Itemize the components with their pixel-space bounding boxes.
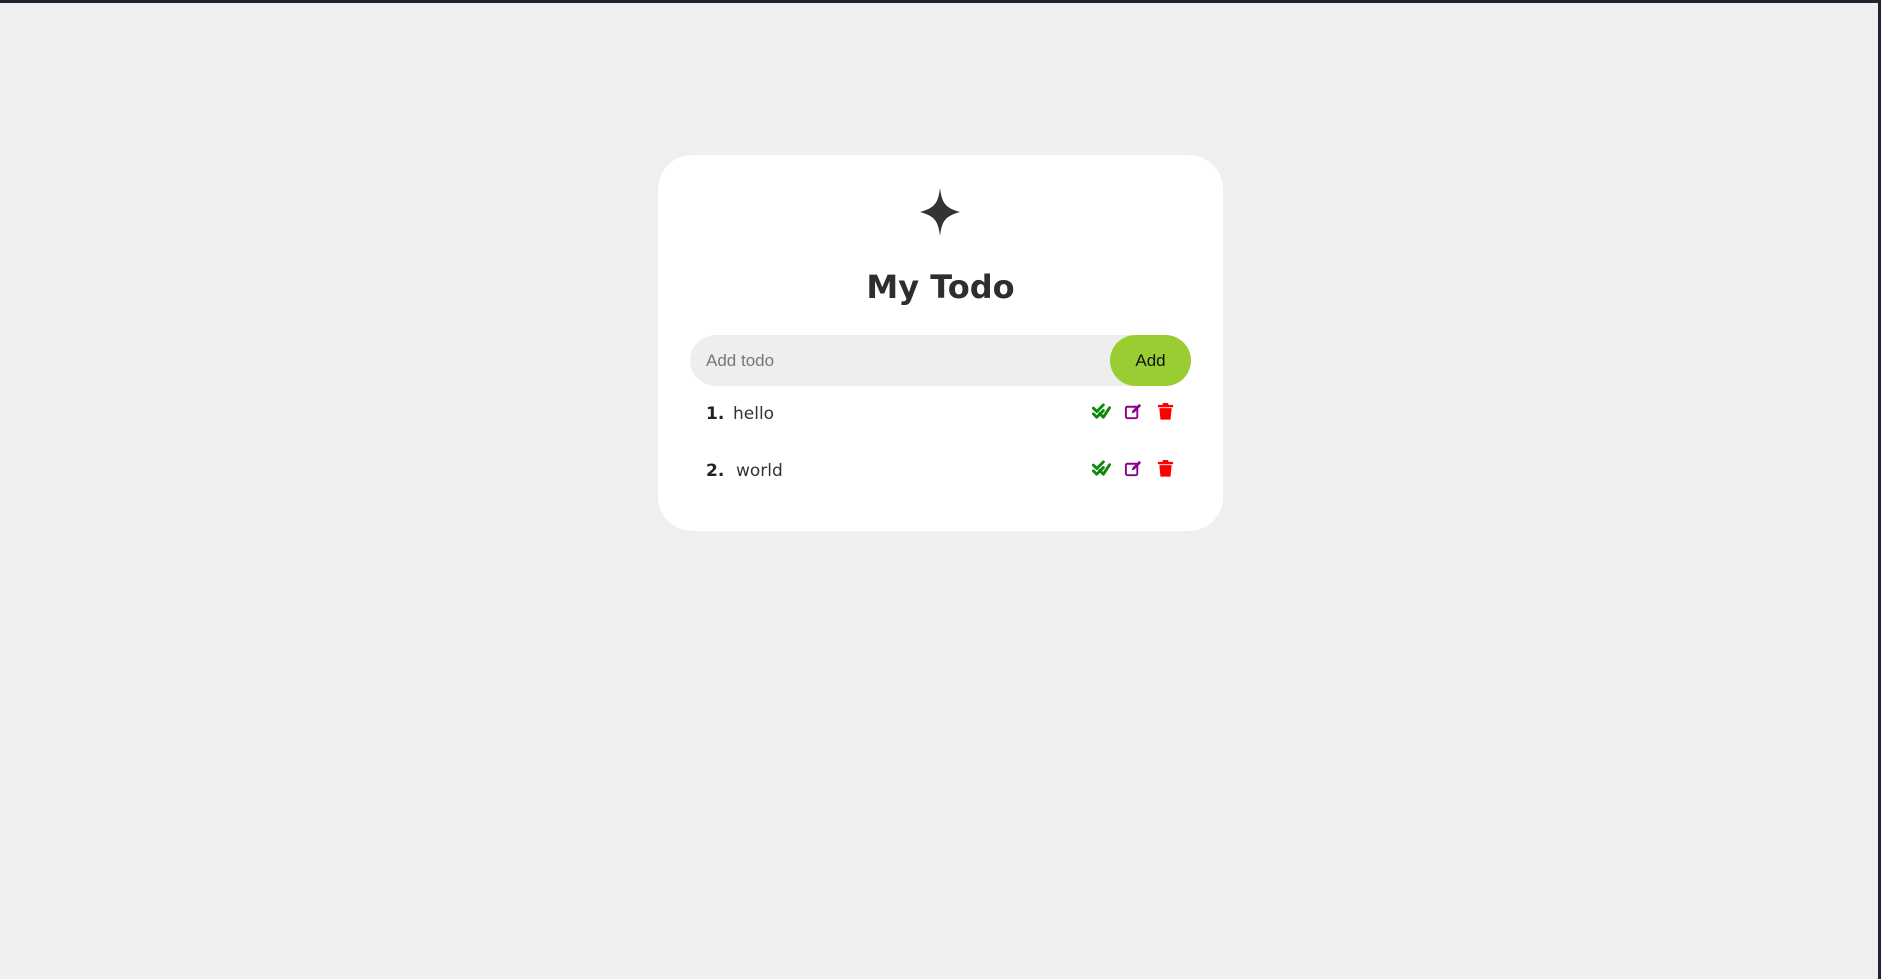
- todo-card: My Todo Add 1. hello: [658, 155, 1223, 531]
- check-double-icon[interactable]: [1092, 459, 1111, 478]
- todo-text: hello: [733, 404, 775, 424]
- todo-actions: [1092, 457, 1175, 479]
- todo-actions: [1092, 400, 1175, 422]
- todo-item: 1. hello: [690, 395, 1191, 452]
- todo-number: 2.: [706, 461, 725, 481]
- check-double-icon[interactable]: [1092, 402, 1111, 421]
- window-top-border: [0, 0, 1881, 3]
- trash-icon[interactable]: [1156, 459, 1175, 478]
- add-todo-input[interactable]: [690, 335, 1100, 386]
- sparkle-logo-icon: [920, 188, 960, 236]
- todo-number: 1.: [706, 404, 725, 424]
- todo-list: 1. hello 2. world: [690, 395, 1191, 509]
- trash-icon[interactable]: [1156, 402, 1175, 421]
- edit-icon[interactable]: [1124, 402, 1143, 421]
- todo-item: 2. world: [690, 452, 1191, 509]
- page-title: My Todo: [866, 268, 1015, 306]
- edit-icon[interactable]: [1124, 459, 1143, 478]
- add-todo-form: Add: [690, 335, 1191, 386]
- add-button[interactable]: Add: [1110, 335, 1191, 386]
- todo-text: world: [736, 461, 783, 481]
